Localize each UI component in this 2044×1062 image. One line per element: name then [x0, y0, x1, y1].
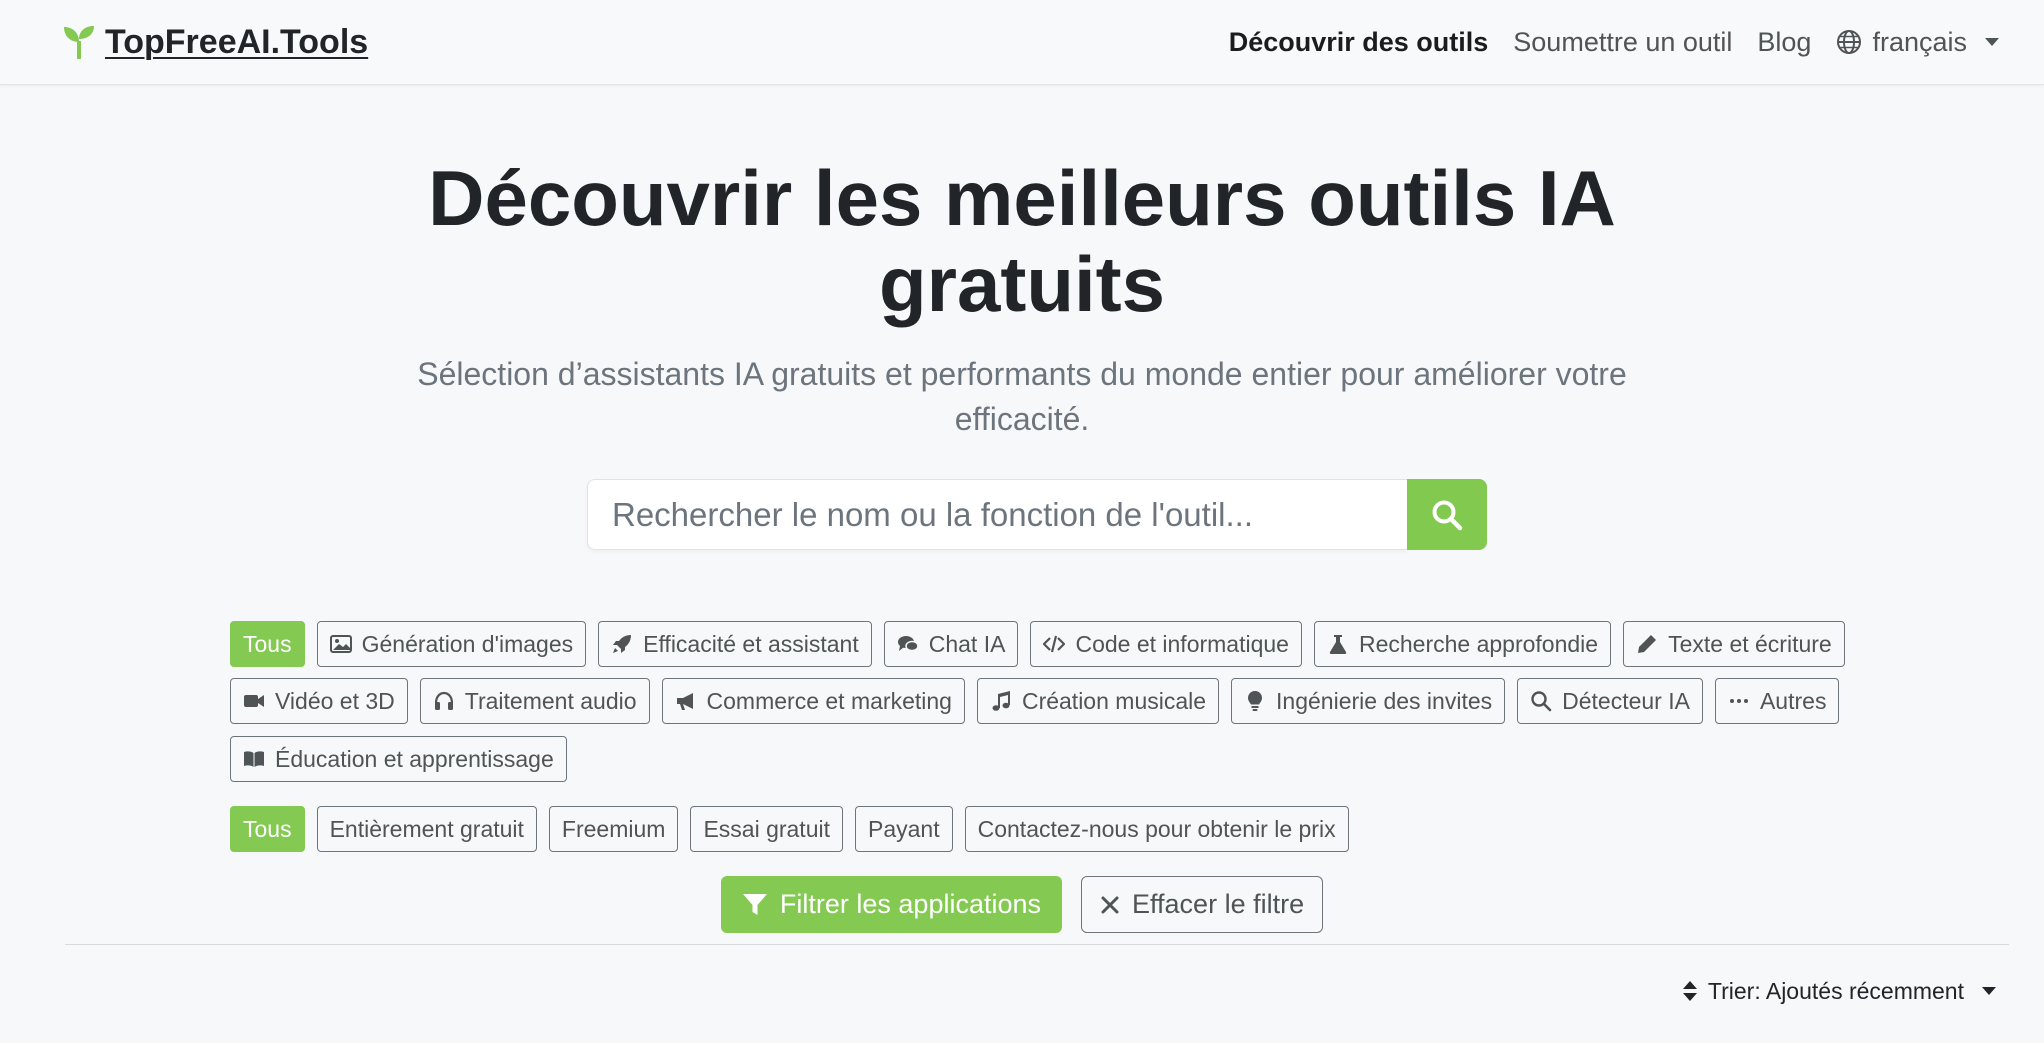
code-icon [1043, 635, 1066, 653]
chip-label: Chat IA [928, 630, 1006, 657]
brand-link[interactable]: TopFreeAI.Tools [63, 22, 368, 62]
category-chip-research[interactable]: Recherche approfondie [1313, 621, 1612, 667]
category-chip-others[interactable]: Autres [1714, 678, 1840, 724]
category-chip-education[interactable]: Éducation et apprentissage [230, 736, 567, 782]
chevron-down-icon [1982, 987, 1996, 995]
chip-label: Commerce et marketing [706, 687, 952, 714]
category-chip-marketing[interactable]: Commerce et marketing [661, 678, 965, 724]
sort-dropdown[interactable]: Trier: Ajoutés récemment [1682, 976, 1996, 1006]
filter-apps-button[interactable]: Filtrer les applications [720, 876, 1063, 933]
category-chip-efficiency[interactable]: Efficacité et assistant [598, 621, 872, 667]
chip-label: Éducation et apprentissage [275, 745, 554, 772]
nav-submit-tool[interactable]: Soumettre un outil [1513, 27, 1732, 58]
search-bar [587, 479, 1487, 550]
close-icon [1101, 896, 1119, 913]
megaphone-icon [676, 693, 693, 710]
language-dropdown[interactable]: français [1836, 27, 1999, 58]
chip-label: Autres [1759, 687, 1827, 714]
pricing-chip-free-trial[interactable]: Essai gratuit [690, 806, 843, 852]
pricing-chip-freemium[interactable]: Freemium [548, 806, 679, 852]
chip-label: Ingénierie des invites [1276, 687, 1493, 714]
chip-label: Essai gratuit [703, 815, 830, 842]
category-chip-all[interactable]: Tous [230, 621, 305, 667]
chip-label: Vidéo et 3D [275, 687, 395, 714]
filter-apps-label: Filtrer les applications [779, 889, 1042, 919]
category-chip-ai-detector[interactable]: Détecteur IA [1517, 678, 1703, 724]
chip-label: Texte et écriture [1668, 630, 1832, 657]
chip-label: Code et informatique [1075, 630, 1289, 657]
chevron-down-icon [1985, 38, 1999, 46]
chip-label: Efficacité et assistant [643, 630, 859, 657]
filter-actions: Filtrer les applications Effacer le filt… [0, 876, 2044, 933]
divider [65, 944, 2009, 945]
clear-filter-button[interactable]: Effacer le filtre [1081, 876, 1324, 933]
category-chip-video-3d[interactable]: Vidéo et 3D [230, 678, 408, 724]
pricing-chip-paid[interactable]: Payant [855, 806, 953, 852]
category-chip-code[interactable]: Code et informatique [1030, 621, 1302, 667]
pricing-chip-all[interactable]: Tous [230, 806, 305, 852]
pricing-filter-row: Tous Entièrement gratuit Freemium Essai … [230, 806, 1349, 852]
main-nav: Découvrir des outils Soumettre un outil … [1229, 22, 1999, 62]
page-subtitle: Sélection d’assistants IA gratuits et pe… [0, 352, 2044, 442]
category-chip-text-writing[interactable]: Texte et écriture [1623, 621, 1845, 667]
sprout-icon [64, 26, 94, 59]
clear-filter-label: Effacer le filtre [1132, 889, 1305, 919]
brand-name: TopFreeAI.Tools [105, 22, 369, 61]
chat-icon [897, 636, 919, 652]
pricing-chip-contact[interactable]: Contactez-nous pour obtenir le prix [964, 806, 1349, 852]
search-icon [1432, 500, 1463, 530]
chip-label: Détecteur IA [1562, 687, 1690, 714]
page-title-line-2: gratuits [878, 240, 1166, 328]
pricing-chip-free[interactable]: Entièrement gratuit [316, 806, 537, 852]
rocket-icon [613, 635, 632, 653]
nav-blog[interactable]: Blog [1757, 27, 1811, 58]
music-icon [992, 691, 1010, 711]
category-filter-row-1: Tous Génération d'images Efficacité et a… [230, 621, 1845, 667]
navbar: TopFreeAI.Tools Découvrir des outils Sou… [0, 0, 2044, 85]
sort-icon [1682, 981, 1697, 1001]
language-label: français [1872, 26, 1967, 57]
chip-label: Freemium [561, 815, 666, 842]
sort-label: Trier: Ajoutés récemment [1707, 977, 1964, 1004]
category-chip-audio[interactable]: Traitement audio [419, 678, 650, 724]
category-chip-music[interactable]: Création musicale [976, 678, 1220, 724]
page-title: Découvrir les meilleurs outils IA gratui… [0, 155, 2044, 327]
chip-label: Génération d'images [361, 630, 574, 657]
book-icon [244, 751, 264, 767]
chip-label: Traitement audio [464, 687, 637, 714]
headphones-icon [434, 691, 453, 710]
ellipsis-icon [1729, 699, 1748, 703]
page-title-line-1: Découvrir les meilleurs outils IA [428, 154, 1616, 242]
image-icon [329, 635, 352, 653]
nav-discover-tools[interactable]: Découvrir des outils [1229, 27, 1489, 58]
chip-label: Recherche approfondie [1358, 630, 1599, 657]
video-icon [244, 695, 264, 707]
chip-label: Entièrement gratuit [329, 815, 524, 842]
lightbulb-icon [1248, 691, 1263, 711]
search-button[interactable] [1407, 479, 1487, 550]
chip-label: Payant [868, 815, 940, 842]
category-filter-row-3: Éducation et apprentissage [230, 736, 567, 782]
search-icon [1531, 691, 1552, 712]
search-input[interactable] [587, 479, 1407, 550]
category-chip-image-generation[interactable]: Génération d'images [316, 621, 587, 667]
chip-label: Tous [243, 630, 292, 657]
category-filter-row-2: Vidéo et 3D Traitement audio Commerce et… [230, 678, 1840, 724]
category-chip-prompt-engineering[interactable]: Ingénierie des invites [1231, 678, 1506, 724]
chip-label: Création musicale [1021, 687, 1207, 714]
category-chip-chat-ai[interactable]: Chat IA [883, 621, 1019, 667]
page-subtitle-line-2: efficacité. [954, 401, 1090, 437]
chip-label: Tous [243, 815, 292, 842]
flask-icon [1329, 635, 1347, 654]
pencil-icon [1638, 635, 1657, 653]
filter-icon [742, 893, 767, 915]
globe-icon [1837, 30, 1862, 54]
chip-label: Contactez-nous pour obtenir le prix [977, 815, 1336, 842]
page: TopFreeAI.Tools Découvrir des outils Sou… [0, 0, 2044, 1043]
page-subtitle-line-1: Sélection d’assistants IA gratuits et pe… [417, 356, 1627, 392]
